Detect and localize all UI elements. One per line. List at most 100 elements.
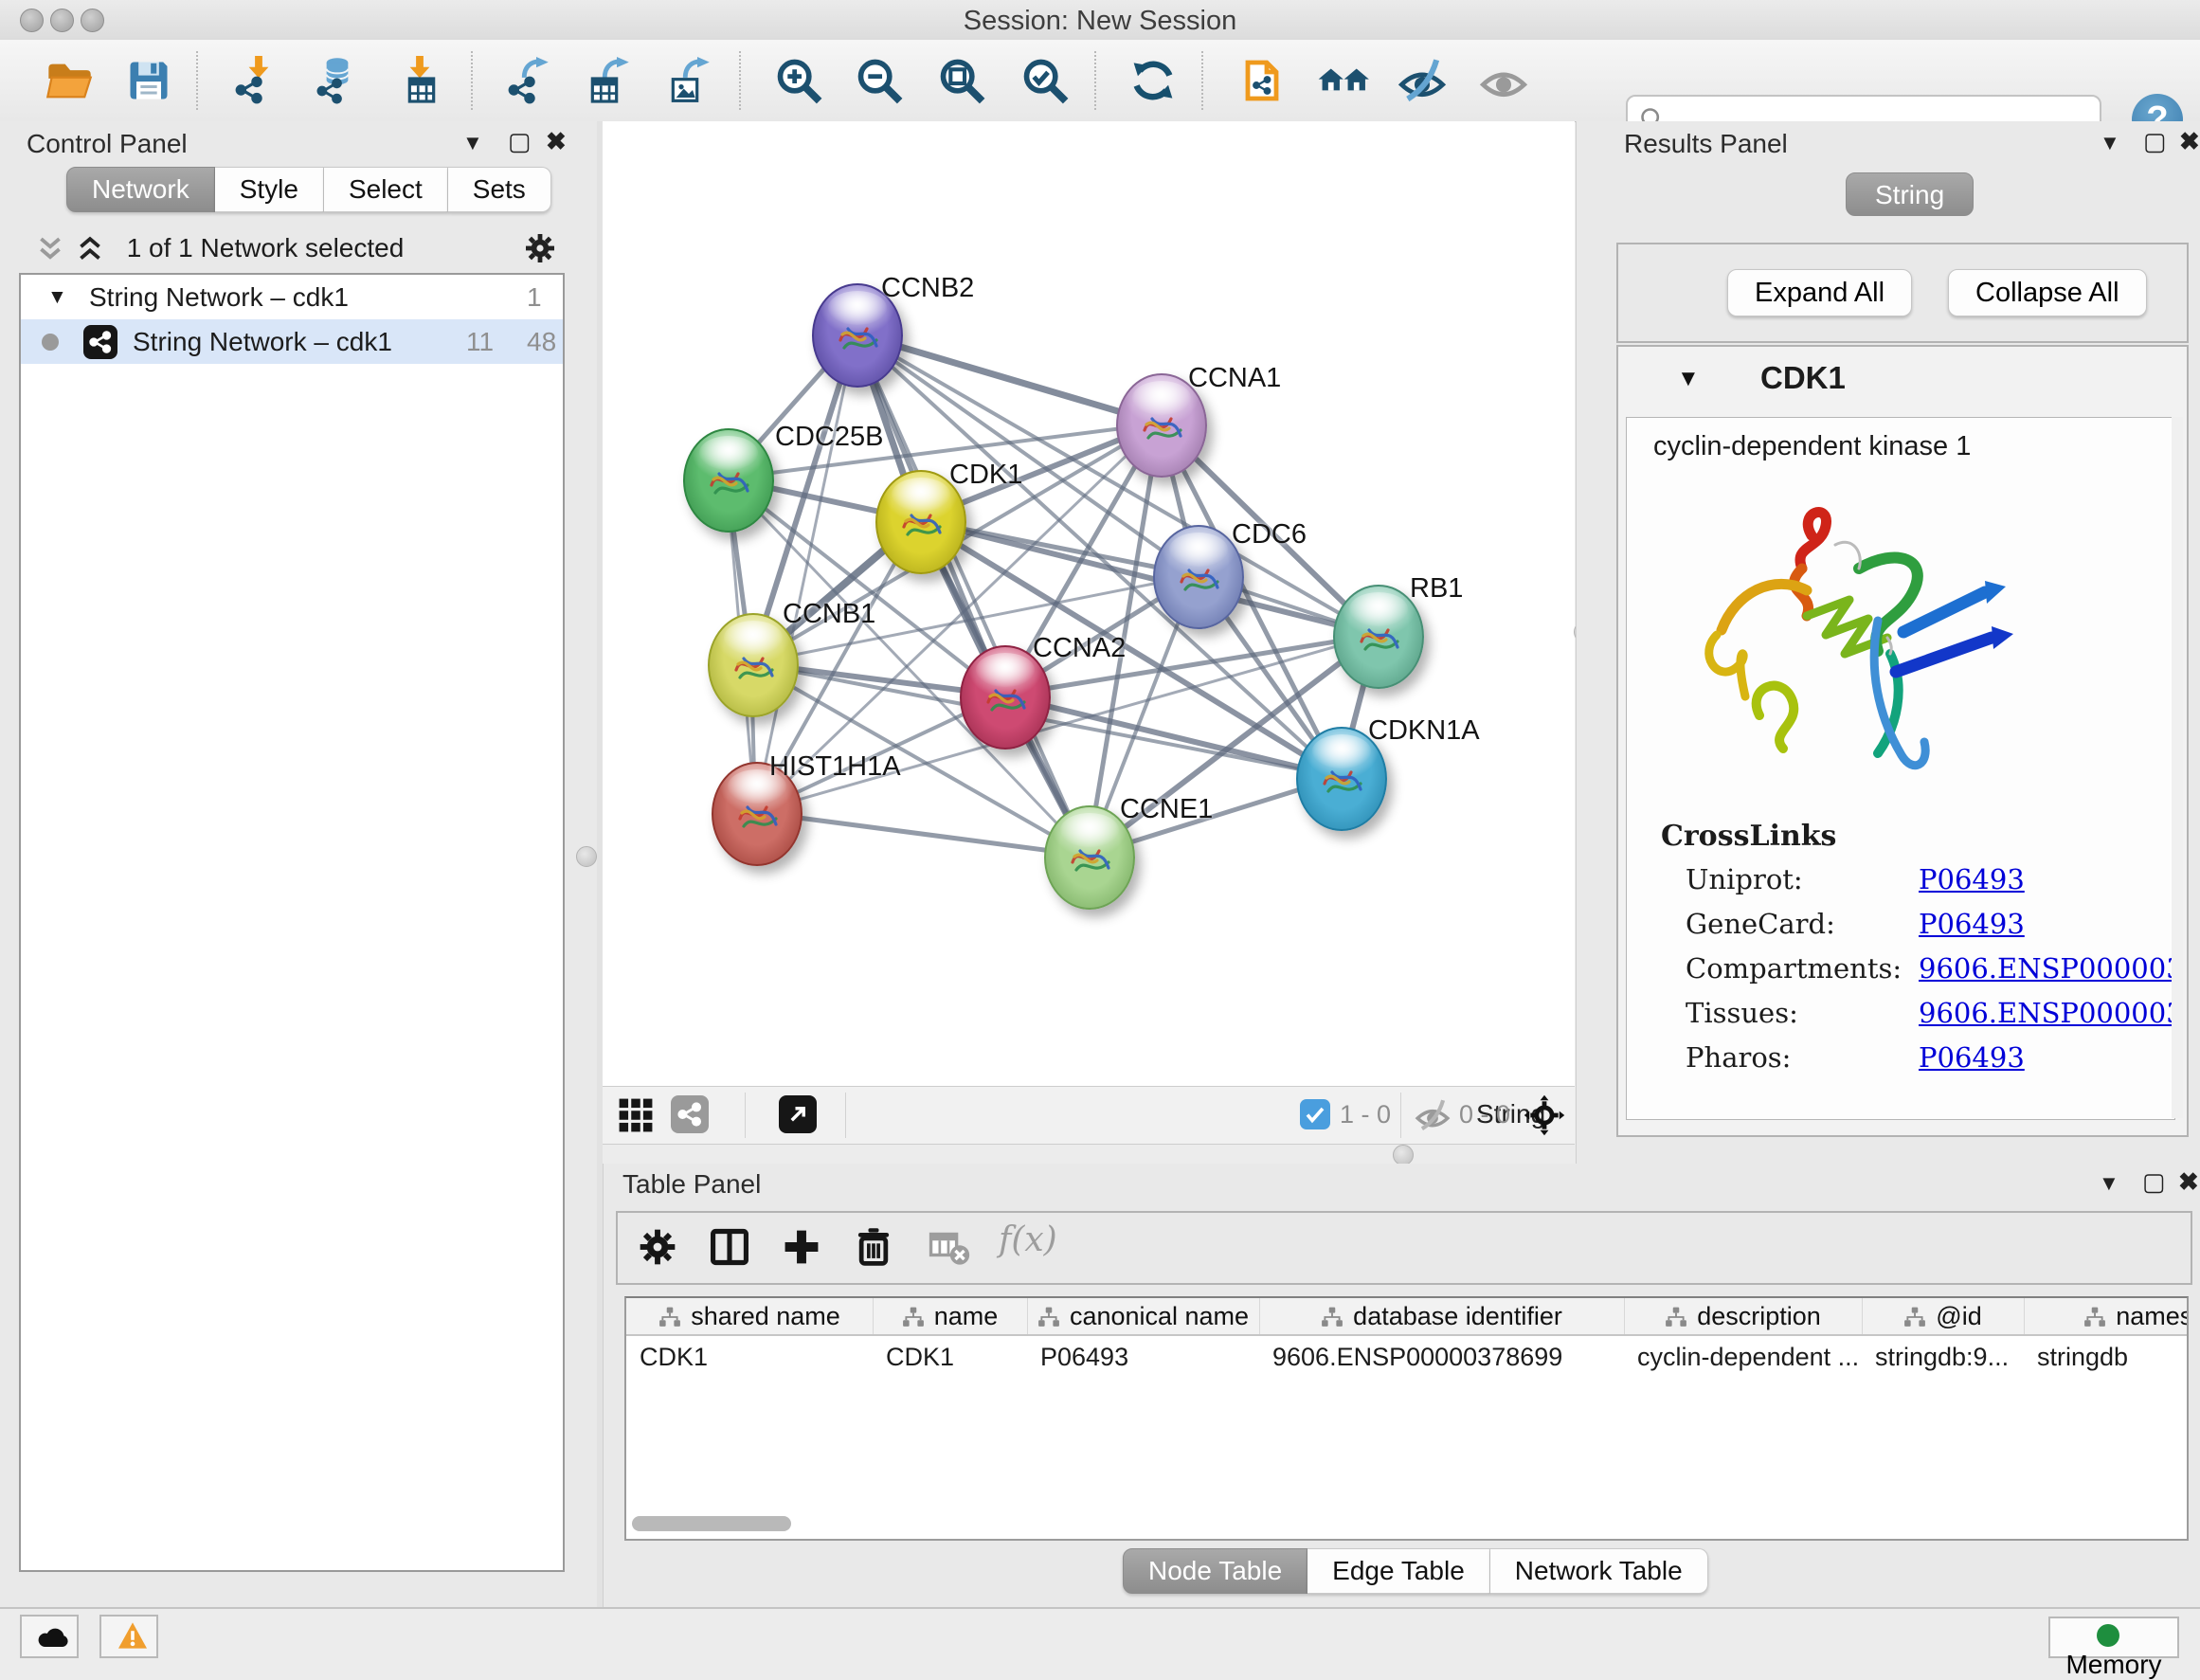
network-options-gear-icon[interactable] [523, 231, 557, 265]
crosslink-link[interactable]: 9606.ENSP00000378699 [1919, 997, 2175, 1029]
column-header-id[interactable]: @id [1862, 1298, 2025, 1334]
open-in-window-icon[interactable] [779, 1095, 817, 1133]
export-network-button[interactable] [502, 53, 557, 108]
zoom-out-button[interactable] [852, 53, 907, 108]
homes-icon-button[interactable] [1313, 53, 1376, 108]
import-network-file-button[interactable] [229, 53, 284, 108]
gene-section-header[interactable]: ▼ CDK1 [1618, 347, 2187, 415]
column-header-canonicalname[interactable]: canonical name [1027, 1298, 1260, 1334]
float-panel-icon[interactable]: ▼ [462, 131, 483, 155]
close-panel-icon[interactable]: ✖ [2178, 1167, 2199, 1197]
vertical-scrollbar[interactable] [2172, 417, 2183, 1118]
collapse-all-button[interactable]: Collapse All [1948, 269, 2147, 316]
file-network-button[interactable] [1235, 53, 1290, 108]
network-row-selected[interactable]: String Network – cdk1 11 48 [21, 319, 563, 364]
save-session-button[interactable] [121, 53, 176, 108]
zoom-fit-button[interactable] [934, 53, 989, 108]
table-cell[interactable]: stringdb [2024, 1338, 2189, 1376]
show-columns-button[interactable] [707, 1224, 752, 1270]
node-label: HIST1H1A [769, 751, 901, 783]
table-cell[interactable]: CDK1 [873, 1338, 1027, 1376]
horizontal-scrollbar[interactable] [630, 1516, 2181, 1533]
import-network-database-button[interactable] [311, 53, 366, 108]
table-cell[interactable]: stringdb:9... [1862, 1338, 2024, 1376]
close-panel-icon[interactable]: ✖ [2179, 127, 2200, 156]
crosslink-link[interactable]: P06493 [1919, 908, 2025, 940]
refresh-layout-button[interactable] [1126, 53, 1181, 108]
section-expander-icon[interactable]: ▼ [1677, 366, 1700, 392]
hide-unselected-eye-button[interactable] [1395, 53, 1450, 108]
cloud-icon [36, 1621, 70, 1650]
left-splitter-handle[interactable] [576, 846, 597, 867]
toolbar-separator [196, 51, 198, 110]
birds-eye-view-icon[interactable] [618, 1097, 654, 1133]
crosslink-link[interactable]: 9606.ENSP00000378699 [1919, 952, 2175, 985]
node-table[interactable]: shared namenamecanonical namedatabase id… [624, 1296, 2189, 1541]
show-eye-button[interactable] [1476, 53, 1531, 108]
undock-panel-icon[interactable]: ▢ [2143, 127, 2167, 156]
table-cell[interactable]: CDK1 [626, 1338, 873, 1376]
function-builder-button[interactable]: f(x) [999, 1220, 1057, 1259]
column-header-description[interactable]: description [1624, 1298, 1863, 1334]
collection-expander-icon[interactable]: ▼ [47, 275, 67, 319]
warning-status-button[interactable] [99, 1615, 158, 1658]
selected-count-text: 1 - 0 [1340, 1087, 1391, 1142]
column-header-name[interactable]: name [873, 1298, 1028, 1334]
main-toolbar: ? [0, 40, 2200, 122]
network-canvas[interactable]: CCNB2CCNA1CDC25BCDK1CDC6RB1CCNB1CCNA2CDK… [603, 121, 1575, 1086]
tab-node-table[interactable]: Node Table [1123, 1548, 1307, 1594]
tab-edge-table[interactable]: Edge Table [1307, 1548, 1490, 1594]
tab-network-table[interactable]: Network Table [1490, 1548, 1708, 1594]
close-panel-icon[interactable]: ✖ [546, 127, 567, 156]
column-header-databaseidentifier[interactable]: database identifier [1259, 1298, 1625, 1334]
export-image-button[interactable] [663, 53, 718, 108]
network-type-icon [83, 325, 117, 359]
table-options-gear-button[interactable] [635, 1224, 680, 1270]
tab-network[interactable]: Network [66, 167, 215, 212]
scrollbar-thumb[interactable] [632, 1516, 791, 1531]
network-node-cdc25b[interactable] [683, 428, 774, 533]
column-type-icon [1037, 1307, 1060, 1328]
column-header-sharedname[interactable]: shared name [626, 1298, 874, 1334]
export-table-button[interactable] [583, 53, 638, 108]
delete-column-button[interactable] [851, 1224, 896, 1270]
crosslink-link[interactable]: P06493 [1919, 1041, 2025, 1074]
delete-table-button[interactable] [927, 1224, 972, 1270]
open-session-button[interactable] [42, 53, 97, 108]
separator [745, 1093, 746, 1138]
zoom-selected-button[interactable] [1018, 53, 1073, 108]
tab-style[interactable]: Style [215, 167, 324, 212]
edge-count: 48 [527, 319, 556, 364]
network-node-cdc6[interactable] [1153, 525, 1244, 629]
network-edge[interactable] [755, 334, 856, 812]
network-edge[interactable] [755, 812, 1088, 856]
tab-string[interactable]: String [1846, 172, 1974, 216]
network-view-toolbar: String Network – cdk1 1 - 0 0 - 0 [603, 1086, 1575, 1145]
memory-button[interactable]: Memory [2048, 1617, 2179, 1658]
tab-sets[interactable]: Sets [448, 167, 551, 212]
network-collection-row[interactable]: ▼ String Network – cdk1 1 [21, 275, 563, 319]
tab-select[interactable]: Select [324, 167, 448, 212]
hidden-eye-icon[interactable] [1414, 1097, 1452, 1133]
horizontal-splitter[interactable] [603, 1145, 1575, 1164]
expand-all-button[interactable]: Expand All [1727, 269, 1912, 316]
network-overview-icon[interactable] [671, 1095, 709, 1133]
collection-label: String Network – cdk1 [89, 275, 349, 319]
undock-panel-icon[interactable]: ▢ [2142, 1167, 2166, 1197]
zoom-in-button[interactable] [771, 53, 826, 108]
add-column-button[interactable] [779, 1224, 824, 1270]
float-panel-icon[interactable]: ▼ [2100, 131, 2120, 155]
table-cell[interactable]: 9606.ENSP00000378699 [1259, 1338, 1624, 1376]
table-cell[interactable]: cyclin-dependent ... [1624, 1338, 1862, 1376]
undock-panel-icon[interactable]: ▢ [508, 127, 532, 156]
import-table-file-button[interactable] [392, 53, 447, 108]
float-panel-icon[interactable]: ▼ [2099, 1171, 2119, 1196]
table-cell[interactable]: P06493 [1027, 1338, 1259, 1376]
network-tree: ▼ String Network – cdk1 1 String Network… [19, 273, 565, 1572]
crosslink-link[interactable]: P06493 [1919, 863, 2025, 895]
selected-checkbox-icon[interactable] [1300, 1099, 1330, 1129]
horizontal-splitter-handle[interactable] [1393, 1145, 1414, 1165]
crosshair-icon[interactable] [1524, 1094, 1565, 1136]
column-header-namespace[interactable]: namespace [2024, 1298, 2189, 1334]
cloud-status-button[interactable] [20, 1615, 79, 1658]
